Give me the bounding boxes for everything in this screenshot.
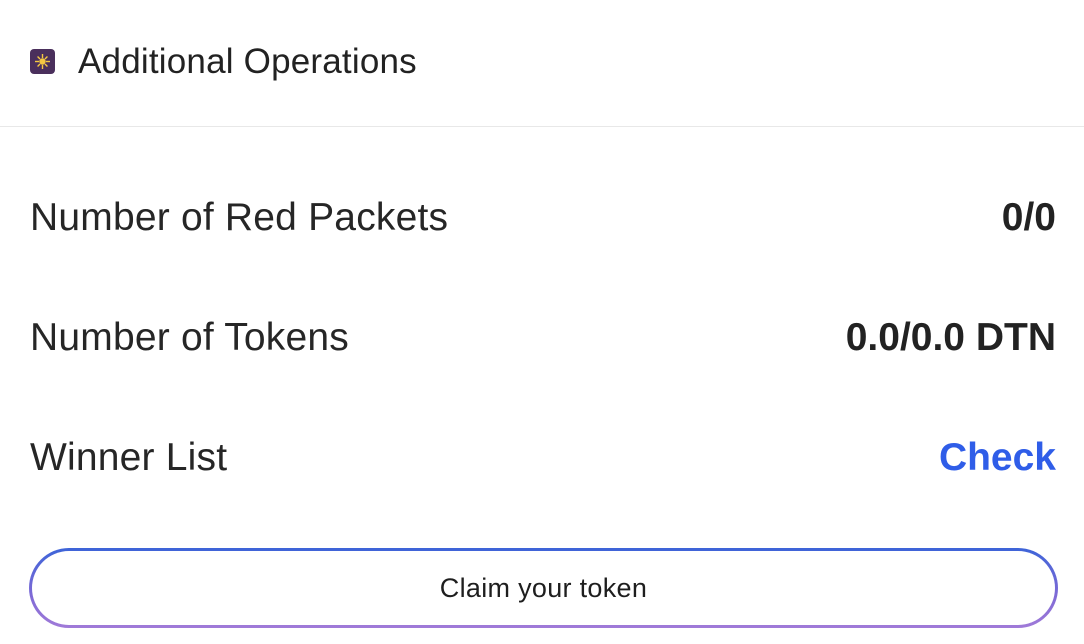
sparkle-icon-glyph bbox=[35, 53, 50, 69]
check-winner-list-link[interactable]: Check bbox=[939, 436, 1056, 480]
winner-list-row: Winner List Check bbox=[30, 428, 1056, 488]
red-packets-value: 0/0 bbox=[1001, 196, 1056, 239]
claim-token-button[interactable]: Claim your token bbox=[32, 551, 1055, 625]
panel-header: Additional Operations bbox=[0, 0, 1084, 127]
claim-button-border: Claim your token bbox=[29, 548, 1058, 628]
sparkle-icon bbox=[30, 48, 55, 74]
red-packets-row: Number of Red Packets 0/0 bbox=[30, 188, 1056, 248]
winner-list-label: Winner List bbox=[30, 436, 228, 479]
tokens-value: 0.0/0.0 DTN bbox=[845, 316, 1056, 359]
additional-operations-panel: Additional Operations Number of Red Pack… bbox=[0, 0, 1084, 644]
red-packets-label: Number of Red Packets bbox=[30, 196, 449, 239]
tokens-label: Number of Tokens bbox=[30, 316, 349, 359]
tokens-row: Number of Tokens 0.0/0.0 DTN bbox=[30, 308, 1056, 368]
panel-title: Additional Operations bbox=[78, 42, 417, 81]
